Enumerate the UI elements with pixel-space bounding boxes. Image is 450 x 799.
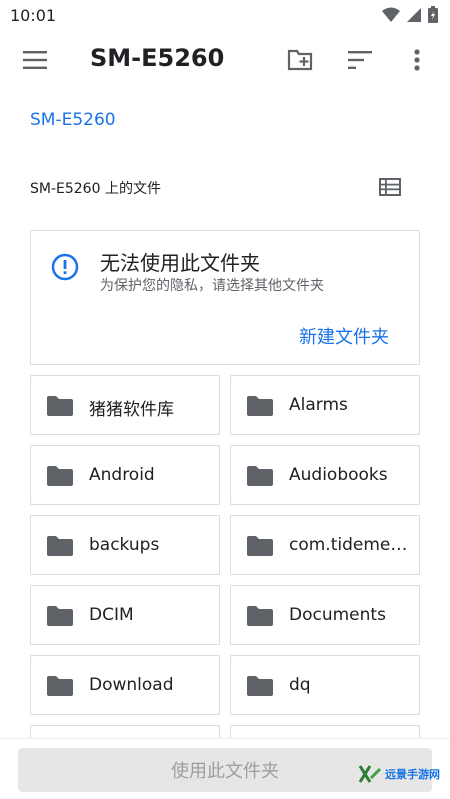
folder-icon (247, 396, 273, 416)
folder-tile[interactable]: com.tidemedia (230, 515, 420, 575)
folder-icon (47, 676, 73, 696)
folder-icon (47, 536, 73, 556)
bottom-action-bar: 使用此文件夹 远景手游网 (0, 738, 450, 799)
folder-icon (47, 396, 73, 416)
section-title: SM-E5260 上的文件 (30, 181, 161, 197)
folder-tile[interactable]: dq (230, 655, 420, 715)
folder-tile[interactable]: Download (30, 655, 220, 715)
folder-name: Android (89, 465, 155, 485)
folder-icon (247, 676, 273, 696)
folder-icon (47, 466, 73, 486)
folder-name: Documents (289, 605, 386, 625)
breadcrumb-root[interactable]: SM-E5260 (30, 110, 116, 130)
more-options-button[interactable] (397, 40, 437, 80)
folder-tile[interactable]: Audiobooks (230, 445, 420, 505)
folder-tile[interactable]: Android (30, 445, 220, 505)
sort-icon (348, 51, 372, 69)
folder-tile[interactable]: backups (30, 515, 220, 575)
signal-icon (407, 7, 421, 22)
folder-icon (47, 606, 73, 626)
status-bar: 10:01 (0, 0, 450, 32)
status-icons (382, 6, 438, 23)
hamburger-icon (23, 51, 47, 69)
folder-name: 猪猪软件库 (89, 400, 174, 420)
folder-tile[interactable]: 猪猪软件库 (30, 375, 220, 435)
more-vert-icon (414, 49, 420, 71)
folder-icon (247, 606, 273, 626)
folder-icon (247, 466, 273, 486)
app-bar: SM-E5260 (0, 32, 450, 90)
watermark: 远景手游网 (359, 765, 440, 783)
folder-name: Audiobooks (289, 465, 388, 485)
watermark-text: 远景手游网 (385, 768, 440, 781)
folder-icon (247, 536, 273, 556)
cannot-use-folder-card: 无法使用此文件夹 为保护您的隐私，请选择其他文件夹 新建文件夹 (30, 230, 420, 365)
warning-subtitle: 为保护您的隐私，请选择其他文件夹 (100, 278, 324, 294)
list-view-toggle-button[interactable] (372, 170, 408, 204)
battery-icon (428, 6, 438, 23)
menu-button[interactable] (15, 40, 55, 80)
info-icon (51, 253, 79, 281)
folder-name: dq (289, 675, 311, 695)
folder-name: Alarms (289, 395, 348, 415)
page-title: SM-E5260 (90, 44, 225, 72)
create-new-folder-icon (287, 49, 313, 71)
folder-name: backups (89, 535, 160, 555)
folder-tile[interactable]: DCIM (30, 585, 220, 645)
folder-name: com.tidemedia (289, 535, 409, 555)
folder-name: DCIM (89, 605, 134, 625)
folder-name: Download (89, 675, 174, 695)
new-folder-button[interactable]: 新建文件夹 (299, 323, 389, 349)
folder-tile[interactable]: Alarms (230, 375, 420, 435)
new-folder-toolbar-button[interactable] (280, 40, 320, 80)
status-time: 10:01 (10, 6, 57, 25)
wifi-icon (382, 7, 400, 22)
sort-button[interactable] (340, 40, 380, 80)
watermark-logo-icon (359, 765, 381, 783)
warning-title: 无法使用此文件夹 (100, 251, 260, 275)
list-view-icon (379, 178, 401, 196)
folder-tile[interactable]: Documents (230, 585, 420, 645)
